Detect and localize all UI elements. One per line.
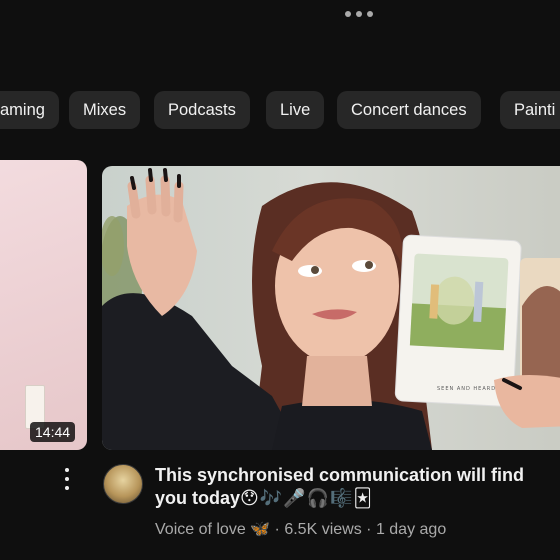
chip-gaming[interactable]: aming — [0, 91, 59, 129]
chip-painting[interactable]: Painti — [500, 91, 560, 129]
title-emojis: 😯🎶🎤🎧🎼🃏 — [240, 488, 373, 508]
video-title-line-2-text: you today — [155, 488, 241, 508]
thumbnail-illustration — [102, 168, 560, 450]
card-caption: SEEN AND HEARD — [437, 386, 497, 392]
view-count: 6.5K views — [284, 521, 362, 538]
meta-separator: · — [366, 521, 372, 538]
video-title-line-2: you today😯🎶🎤🎧🎼🃏 — [155, 487, 555, 510]
upload-age: 1 day ago — [375, 521, 447, 538]
meta-separator: · — [274, 521, 280, 538]
chip-live[interactable]: Live — [266, 91, 325, 129]
category-chips: aming Mixes Podcasts Live Concert dances… — [0, 91, 560, 129]
more-actions-icon[interactable] — [64, 468, 70, 490]
video-thumbnail[interactable]: SEEN AND HEARD — [102, 166, 560, 450]
video-title[interactable]: This synchronised communication will fin… — [155, 464, 555, 510]
more-options-icon[interactable] — [345, 10, 373, 18]
chip-mixes[interactable]: Mixes — [69, 91, 141, 129]
chip-podcasts[interactable]: Podcasts — [154, 91, 250, 129]
video-duration-badge: 14:44 — [30, 422, 76, 442]
channel-name[interactable]: Voice of love 🦋 — [155, 521, 270, 538]
channel-avatar[interactable] — [103, 464, 143, 504]
previous-video-thumbnail[interactable]: 14:44 — [0, 160, 87, 450]
video-meta: Voice of love 🦋 · 6.5K views · 1 day ago — [155, 519, 446, 539]
chip-concert-dances[interactable]: Concert dances — [337, 91, 481, 129]
video-title-line-1: This synchronised communication will fin… — [155, 465, 525, 485]
